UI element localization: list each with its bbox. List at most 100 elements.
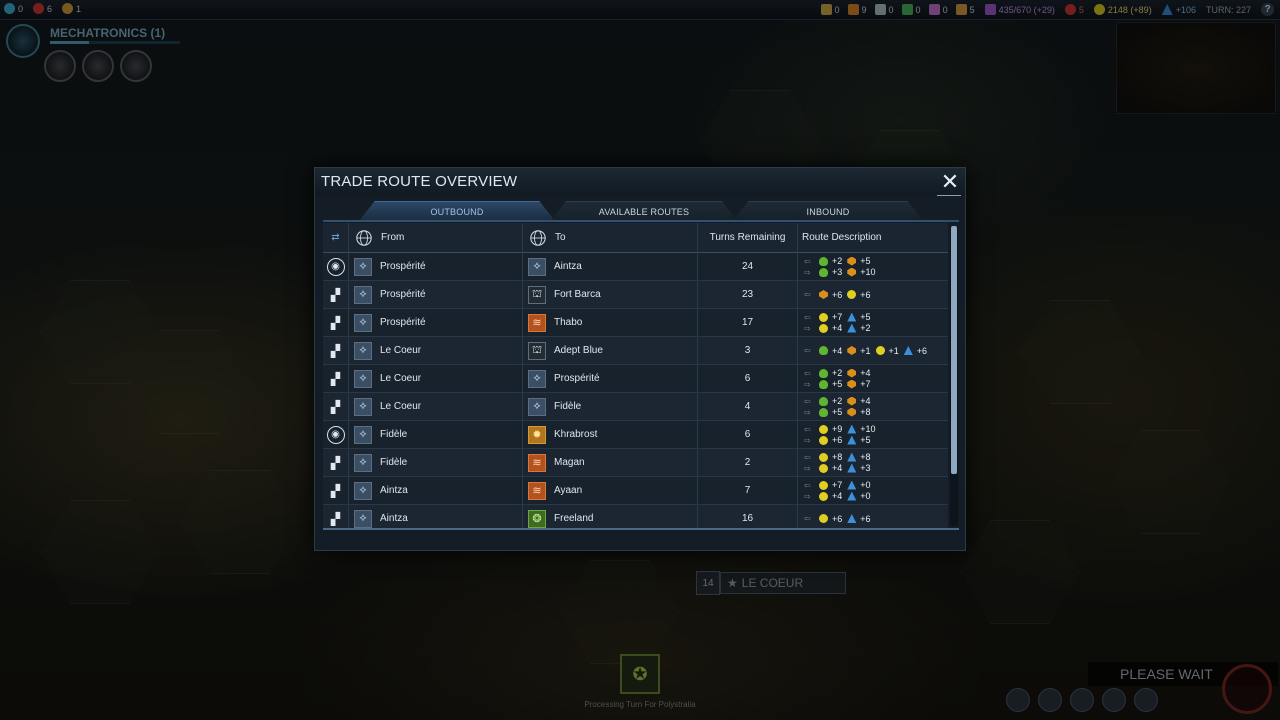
science-icon	[903, 346, 913, 355]
table-row[interactable]: ▞ ⟡ Aintza ≋ Ayaan 7 ⇦ +7 +0 ⇨ +4 +0	[323, 477, 948, 505]
energy-icon	[819, 312, 828, 322]
tab-available-routes[interactable]: AVAILABLE ROUTES	[551, 201, 737, 221]
yield-value: +5	[860, 256, 871, 266]
yield-value: +8	[860, 407, 871, 417]
yield-line: ⇨ +4 +3	[804, 463, 871, 474]
yield-value: +10	[860, 424, 876, 434]
yield-value: +2	[832, 368, 843, 378]
table-row[interactable]: ▞ ⟡ Prospérité ≋ Thabo 17 ⇦ +7 +5 ⇨ +4 +2	[323, 309, 948, 337]
yield-value: +5	[832, 407, 843, 417]
prod-icon	[847, 379, 857, 389]
tab-outbound[interactable]: OUTBOUND	[359, 201, 555, 221]
food-icon	[819, 346, 828, 355]
arrow-left-icon: ⇦	[804, 256, 811, 266]
yield-line: ⇦ +9 +10	[804, 424, 876, 435]
table-header: ⇄ From To Turns Remaining Route Descript…	[323, 223, 948, 253]
arrow-right-icon: ⇨	[804, 379, 811, 389]
yield-line: ⇦ +7 +0	[804, 480, 871, 491]
yield-value: +1	[888, 345, 899, 356]
turns-remaining-header[interactable]: Turns Remaining	[698, 223, 798, 253]
yield-value: +7	[832, 480, 843, 490]
turns-remaining-cell: 3	[698, 337, 798, 364]
scrollbar[interactable]	[950, 226, 958, 526]
science-icon	[847, 323, 857, 333]
table-row[interactable]: ▞ ⟡ Prospérité ⛫ Fort Barca 23 ⇦ +6 +6	[323, 281, 948, 309]
route-type-cell: ▞	[323, 393, 349, 420]
from-cell: ⟡ Prospérité	[349, 253, 523, 280]
route-description-cell: ⇦ +2 +4 ⇨ +5 +7	[798, 365, 948, 392]
arrow-right-icon: ⇨	[804, 491, 811, 501]
from-header-label: From	[381, 232, 405, 243]
energy-icon	[819, 491, 828, 501]
from-city-name: Le Coeur	[380, 373, 422, 384]
yield-value: +4	[832, 491, 843, 501]
yield-lines: ⇦ +6 +6	[804, 512, 871, 526]
route-type-header[interactable]: ⇄	[323, 223, 349, 253]
to-cell: ⛫ Fort Barca	[523, 281, 698, 308]
arrow-right-icon: ⇨	[804, 407, 811, 417]
yield-value: +5	[860, 312, 871, 322]
table-row[interactable]: ◉ ⟡ Prospérité ⟡ Aintza 24 ⇦ +2 +5 ⇨ +3 +10	[323, 253, 948, 281]
food-icon	[819, 256, 828, 266]
to-header[interactable]: To	[523, 223, 698, 253]
table-row[interactable]: ▞ ⟡ Le Coeur ⟡ Fidèle 4 ⇦ +2 +4 ⇨ +5 +8	[323, 393, 948, 421]
yield-line: ⇦ +2 +4	[804, 396, 871, 407]
scrollbar-thumb[interactable]	[951, 226, 957, 474]
science-icon	[847, 463, 857, 473]
tab-divider	[323, 220, 959, 222]
yield-value: +0	[860, 491, 871, 501]
trade-convoy-icon: ▞	[330, 455, 341, 470]
yield-line: ⇨ +5 +7	[804, 379, 871, 390]
prod-icon	[847, 256, 857, 266]
from-cell: ⟡ Aintza	[349, 477, 523, 504]
energy-icon	[847, 290, 857, 299]
from-header[interactable]: From	[349, 223, 523, 253]
yield-value: +7	[832, 312, 843, 322]
route-type-cell: ◉	[323, 253, 349, 280]
turns-remaining-cell: 6	[698, 365, 798, 392]
close-button[interactable]: ✕	[939, 171, 961, 194]
food-icon	[819, 267, 828, 277]
yield-value: +8	[860, 452, 871, 462]
arrow-right-icon: ⇨	[804, 463, 811, 473]
yield-value: +4	[832, 323, 843, 333]
turns-remaining-cell: 6	[698, 421, 798, 448]
route-description-cell: ⇦ +7 +0 ⇨ +4 +0	[798, 477, 948, 504]
route-type-cell: ▞	[323, 309, 349, 336]
route-type-cell: ▞	[323, 477, 349, 504]
from-cell: ⟡ Prospérité	[349, 281, 523, 308]
arrow-left-icon: ⇦	[804, 312, 811, 322]
yield-lines: ⇦ +9 +10 ⇨ +6 +5	[804, 424, 876, 446]
globe-icon	[530, 229, 546, 246]
route-description-cell: ⇦ +2 +5 ⇨ +3 +10	[798, 253, 948, 280]
energy-icon	[819, 514, 828, 523]
to-city-name: Ayaan	[554, 485, 583, 496]
city-icon: ⟡	[354, 425, 372, 444]
table-row[interactable]: ▞ ⟡ Fidèle ≋ Magan 2 ⇦ +8 +8 ⇨ +4 +3	[323, 449, 948, 477]
prod-icon	[847, 396, 857, 406]
route-description-header: Route Description	[798, 223, 948, 253]
from-cell: ⟡ Aintza	[349, 505, 523, 529]
from-city-name: Prospérité	[380, 317, 426, 328]
arrow-left-icon: ⇦	[804, 514, 811, 523]
science-icon	[847, 435, 857, 445]
city-icon: ⟡	[354, 313, 372, 332]
route-description-cell: ⇦ +6 +6	[798, 281, 948, 308]
city-icon: ✹	[528, 425, 546, 444]
table-row[interactable]: ▞ ⟡ Le Coeur ⟡ Prospérité 6 ⇦ +2 +4 ⇨ +5 +7	[323, 365, 948, 393]
yield-value: +4	[860, 368, 871, 378]
to-city-name: Fort Barca	[554, 289, 601, 300]
tab-inbound[interactable]: INBOUND	[733, 201, 923, 221]
city-icon: ≋	[528, 453, 546, 472]
table-row[interactable]: ▞ ⟡ Aintza ❂ Freeland 16 ⇦ +6 +6	[323, 505, 948, 529]
route-description-cell: ⇦ +9 +10 ⇨ +6 +5	[798, 421, 948, 448]
from-city-name: Le Coeur	[380, 345, 422, 356]
table-row[interactable]: ◉ ⟡ Fidèle ✹ Khrabrost 6 ⇦ +9 +10 ⇨ +6 +5	[323, 421, 948, 449]
table-row[interactable]: ▞ ⟡ Le Coeur ⛫ Adept Blue 3 ⇦ +4 +1 +1 +6	[323, 337, 948, 365]
yield-value: +4	[832, 463, 843, 473]
dialog-title: TRADE ROUTE OVERVIEW	[321, 173, 518, 190]
table-bottom-border	[323, 528, 959, 530]
route-type-cell: ▞	[323, 449, 349, 476]
turns-remaining-cell: 4	[698, 393, 798, 420]
yield-value: +7	[860, 379, 871, 389]
